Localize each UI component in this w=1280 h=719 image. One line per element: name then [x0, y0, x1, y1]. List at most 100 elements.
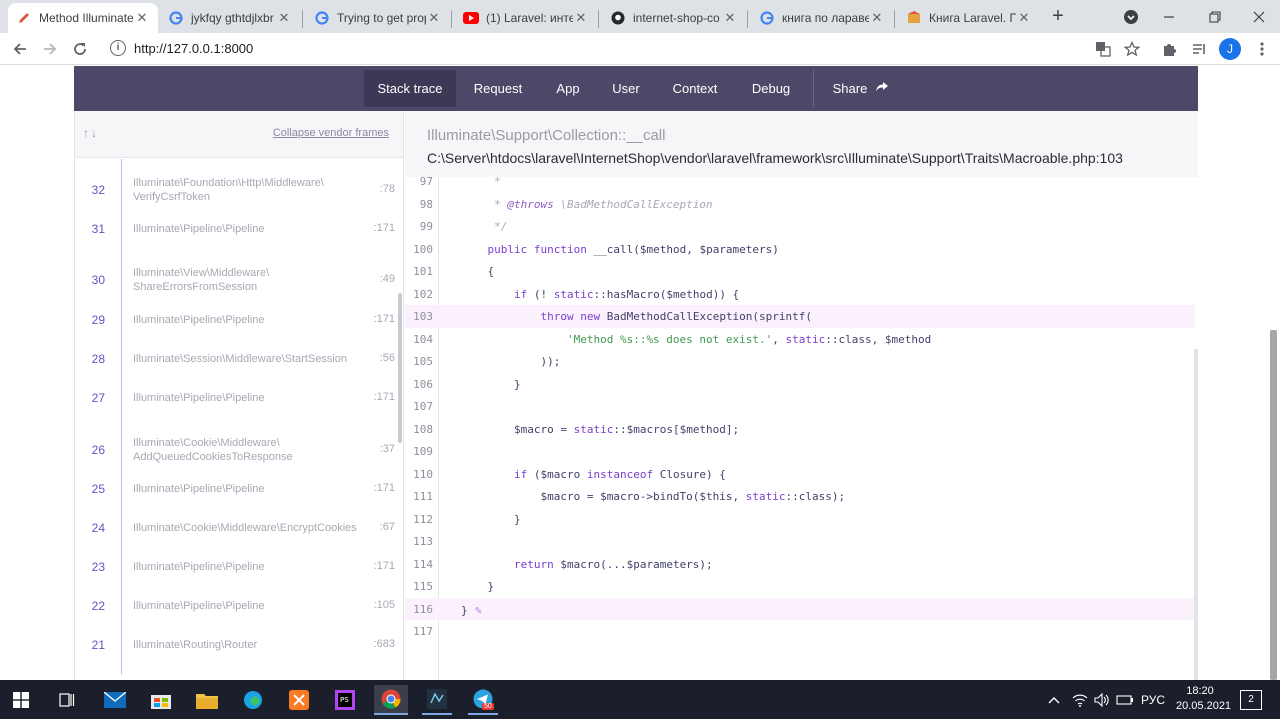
close-window-icon[interactable] — [1236, 0, 1280, 33]
stack-frame[interactable]: 22 Illuminate\Pipeline\Pipeline :105 — [75, 575, 403, 635]
edit-pencil-icon[interactable]: ✎ — [468, 603, 482, 617]
xampp-icon[interactable] — [284, 685, 314, 715]
nav-user[interactable]: User — [602, 70, 650, 107]
tab-kniga-laravel[interactable]: Книга Laravel. По ✕ — [898, 3, 1040, 33]
frame-class: Illuminate\Pipeline\Pipeline — [133, 561, 265, 573]
code-scrollbar[interactable] — [1194, 349, 1198, 680]
close-tab-icon[interactable]: ✕ — [573, 10, 589, 26]
code-line-number: 114 — [413, 557, 433, 571]
frame-line-number: :105 — [373, 599, 395, 611]
tab-google-search[interactable]: jykfqy gthtdjlxbr ✕ — [160, 3, 300, 33]
code-line: 98 * @throws \BadMethodCallException — [405, 193, 1195, 216]
telegram-icon[interactable]: 50 — [468, 685, 498, 715]
frame-navigation-arrows-icon[interactable]: ↑↓ — [83, 126, 99, 140]
close-tab-icon[interactable]: ✕ — [869, 10, 885, 26]
tab-separator — [451, 10, 452, 28]
stack-frame[interactable]: 24 Illuminate\Cookie\Middleware\EncryptC… — [75, 497, 403, 557]
reload-icon[interactable] — [68, 37, 92, 61]
profile-avatar[interactable]: J — [1219, 38, 1241, 60]
file-explorer-icon[interactable] — [192, 685, 222, 715]
tab-trying-to-get[interactable]: Trying to get prop ✕ — [306, 3, 450, 33]
nav-debug[interactable]: Debug — [742, 70, 800, 107]
code-line: 105 )); — [405, 350, 1195, 373]
frame-line-number: :171 — [373, 482, 395, 494]
nav-request[interactable]: Request — [464, 70, 532, 107]
code-line-number: 103 — [413, 310, 433, 323]
tray-overflow-chevron-icon[interactable] — [1048, 680, 1060, 719]
stack-frame[interactable]: 30 Illuminate\View\Middleware\ ShareErro… — [75, 249, 403, 309]
tab-title: Книга Laravel. По — [929, 11, 1016, 25]
stack-frame[interactable]: 27 Illuminate\Pipeline\Pipeline :171 — [75, 367, 403, 427]
stack-frame[interactable]: 32 Illuminate\Foundation\Http\Middleware… — [75, 159, 403, 219]
forward-icon[interactable] — [38, 37, 62, 61]
windows-start-icon[interactable] — [6, 685, 36, 715]
page-scrollbar[interactable] — [1270, 330, 1277, 680]
code-line-text: if ($macro instanceof Closure) { — [513, 467, 726, 481]
new-tab-button[interactable]: + — [1046, 6, 1070, 28]
input-language[interactable]: РУС — [1141, 680, 1165, 719]
telegram-badge: 50 — [482, 703, 494, 710]
code-line-text: public function __call($method, $paramet… — [487, 242, 779, 256]
stack-frame[interactable]: 25 Illuminate\Pipeline\Pipeline :171 — [75, 458, 403, 518]
chrome-taskbar-icon[interactable] — [374, 685, 408, 715]
site-info-icon[interactable]: i — [110, 40, 126, 56]
code-line-number: 112 — [413, 512, 433, 526]
translate-icon[interactable] — [1091, 37, 1115, 61]
tab-method-illuminate[interactable]: Method Illuminate ✕ — [8, 3, 158, 33]
system-clock[interactable]: 18:20 20.05.2021 — [1176, 684, 1231, 714]
frame-class: Illuminate\Pipeline\Pipeline — [133, 314, 265, 326]
restore-icon[interactable] — [1192, 0, 1237, 33]
close-tab-icon[interactable]: ✕ — [134, 10, 150, 26]
collapse-vendor-frames-link[interactable]: Collapse vendor frames — [273, 127, 389, 139]
svg-text:PS: PS — [340, 696, 349, 704]
code-line: 113 — [405, 530, 1195, 553]
tab-strip: Method Illuminate ✕ jykfqy gthtdjlxbr ✕ … — [0, 0, 1280, 33]
tab-google-kniga[interactable]: книга по ларавел ✕ — [751, 3, 893, 33]
notification-center-icon[interactable]: 2 — [1240, 690, 1262, 710]
close-tab-icon[interactable]: ✕ — [426, 10, 442, 26]
volume-icon[interactable] — [1094, 680, 1110, 719]
back-icon[interactable] — [8, 37, 32, 61]
menu-kebab-icon[interactable] — [1250, 37, 1274, 61]
close-tab-icon[interactable]: ✕ — [722, 10, 738, 26]
nav-share[interactable]: Share — [828, 70, 894, 107]
frame-file-path[interactable]: C:\Server\htdocs\laravel\InternetShop\ve… — [427, 150, 1198, 166]
ignition-page: Stack trace Request App User Context Deb… — [0, 66, 1280, 680]
task-view-icon[interactable] — [52, 685, 82, 715]
stack-frame[interactable]: 31 Illuminate\Pipeline\Pipeline :171 — [75, 198, 403, 258]
close-tab-icon[interactable]: ✕ — [276, 10, 292, 26]
minimize-icon[interactable] — [1146, 0, 1191, 33]
sublime-or-app-icon[interactable] — [422, 685, 452, 715]
nav-stack-trace[interactable]: Stack trace — [364, 70, 456, 107]
code-snippet: 97 * 98 * @throws \BadMethodCallException… — [405, 177, 1195, 680]
stack-frame[interactable]: 21 Illuminate\Routing\Router :683 — [75, 614, 403, 674]
frame-number: 29 — [91, 313, 105, 327]
network-icon[interactable] — [1072, 680, 1088, 719]
stack-frame[interactable]: 29 Illuminate\Pipeline\Pipeline :171 — [75, 289, 403, 349]
edge-icon[interactable] — [238, 685, 268, 715]
battery-icon[interactable] — [1116, 680, 1134, 719]
nav-app[interactable]: App — [544, 70, 592, 107]
bookmark-star-icon[interactable] — [1120, 37, 1144, 61]
stack-frame[interactable]: 23 Illuminate\Pipeline\Pipeline :171 — [75, 536, 403, 596]
nav-context[interactable]: Context — [664, 70, 726, 107]
frame-number: 30 — [91, 273, 105, 287]
code-line: 116} ✎ — [405, 597, 1195, 620]
extensions-puzzle-icon[interactable] — [1157, 37, 1181, 61]
stack-frame[interactable]: 26 Illuminate\Cookie\Middleware\ AddQueu… — [75, 419, 403, 479]
stack-frame[interactable]: 28 Illuminate\Session\Middleware\StartSe… — [75, 328, 403, 388]
code-line-number: 113 — [413, 535, 433, 548]
frame-class: Illuminate\Session\Middleware\StartSessi… — [133, 353, 347, 365]
frames-scrollbar[interactable] — [398, 293, 402, 443]
tab-youtube[interactable]: (1) Laravel: интер ✕ — [455, 3, 597, 33]
address-bar[interactable]: i http://127.0.0.1:8000 — [102, 35, 1154, 63]
mail-icon[interactable] — [100, 685, 130, 715]
phpstorm-icon[interactable]: PS — [330, 685, 360, 715]
tab-github[interactable]: internet-shop-co ✕ — [602, 3, 746, 33]
code-line-number: 99 — [419, 220, 433, 233]
close-tab-icon[interactable]: ✕ — [1016, 10, 1032, 26]
code-line-text: 'Method %s::%s does not exist.', static:… — [566, 332, 932, 346]
google-icon — [314, 10, 330, 26]
store-icon[interactable] — [146, 685, 176, 715]
reading-list-icon[interactable] — [1187, 37, 1211, 61]
